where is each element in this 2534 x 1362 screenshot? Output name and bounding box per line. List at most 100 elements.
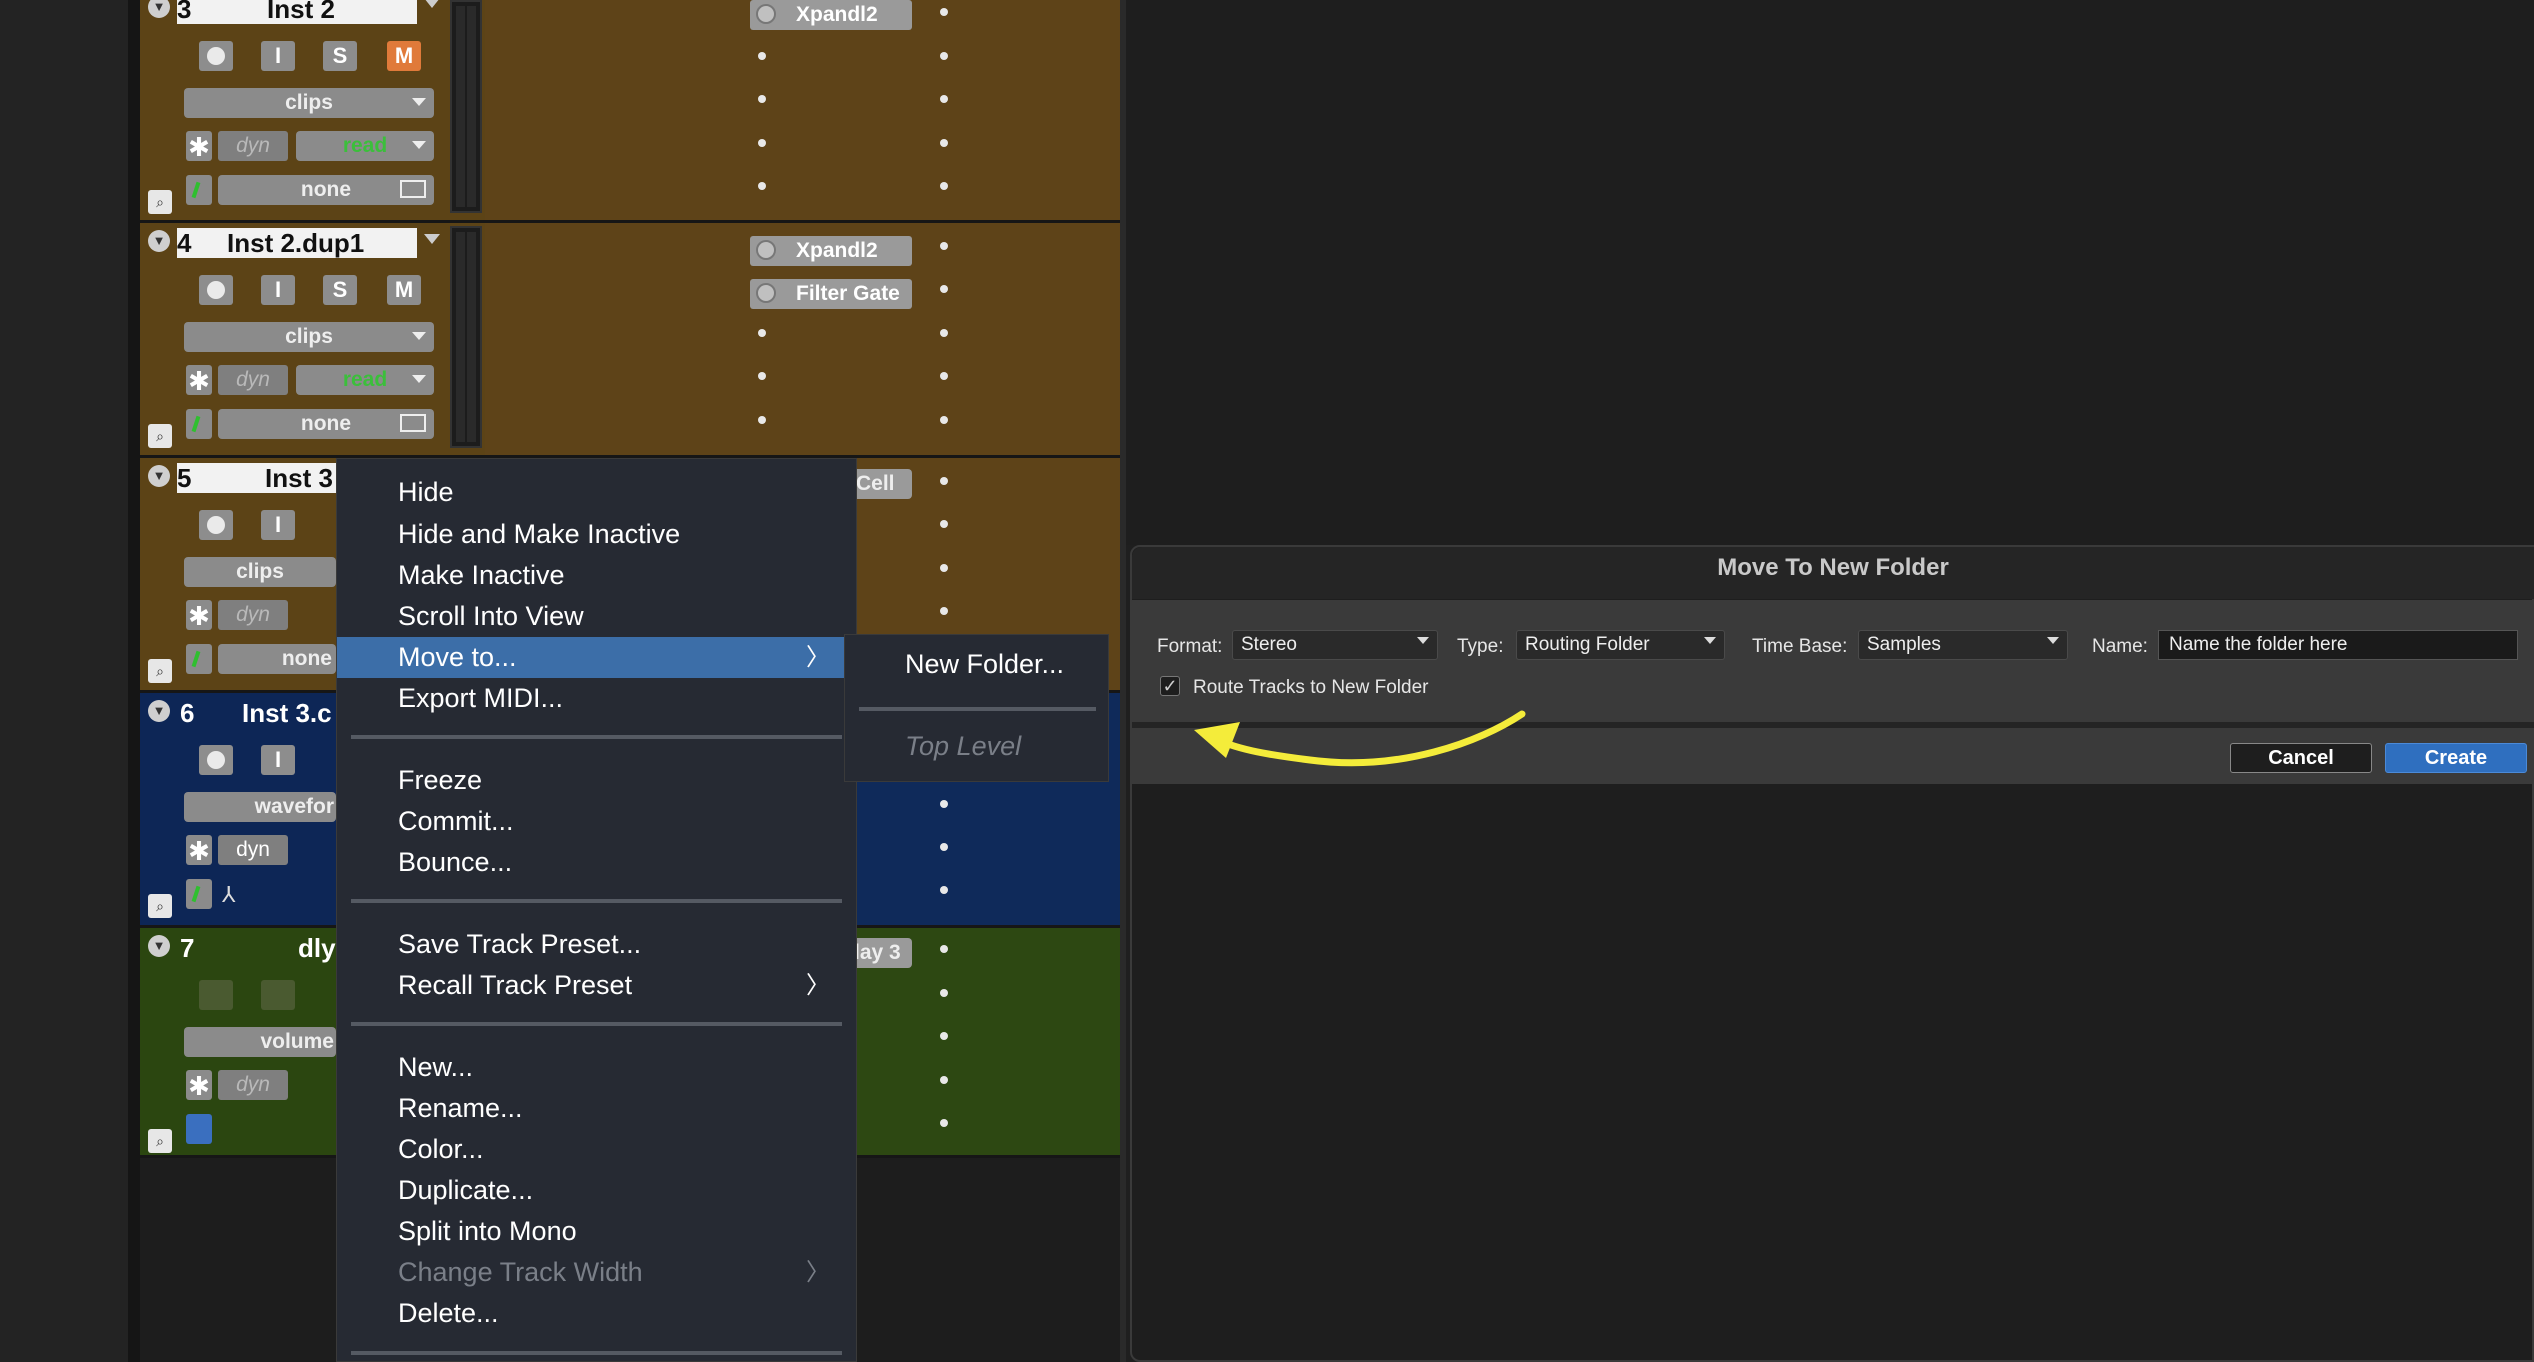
record-button[interactable] — [199, 510, 233, 540]
send-slot-dot[interactable] — [940, 139, 948, 147]
chevron-down-icon[interactable]: ▼ — [148, 465, 170, 487]
insert-plugin[interactable]: Xpandl2 — [750, 236, 912, 266]
menu-item-split-into-mono[interactable]: Split into Mono — [337, 1211, 856, 1252]
insert-slot-dot[interactable] — [758, 182, 766, 190]
menu-item-hide[interactable]: Hide — [337, 472, 856, 513]
create-button[interactable]: Create — [2385, 743, 2527, 773]
elastic-icon[interactable]: ✱ — [186, 1070, 212, 1101]
automation-mode[interactable]: read — [296, 131, 434, 161]
send-slot-dot[interactable] — [940, 95, 948, 103]
elastic-icon[interactable]: ✱ — [186, 131, 212, 162]
insert-plugin[interactable]: Filter Gate — [750, 279, 912, 309]
menu-item-export-midi[interactable]: Export MIDI... — [337, 678, 856, 719]
dyn-button[interactable]: dyn — [218, 600, 288, 630]
cancel-button[interactable]: Cancel — [2230, 743, 2372, 773]
track-name[interactable]: dly — [298, 933, 336, 964]
automation-mode[interactable]: read — [296, 365, 434, 395]
dyn-button[interactable]: dyn — [218, 131, 288, 161]
track-name[interactable]: Inst 3.c — [242, 698, 332, 729]
track-name-field[interactable]: 4 Inst 2.dup1 — [177, 228, 417, 258]
view-selector[interactable]: clips — [184, 557, 336, 587]
track-name-field[interactable]: 5 Inst 3 — [177, 463, 337, 493]
send-slot-dot[interactable] — [940, 182, 948, 190]
pencil-icon[interactable] — [186, 644, 212, 674]
menu-item-color[interactable]: Color... — [337, 1129, 856, 1170]
send-slot-dot[interactable] — [940, 607, 948, 615]
input-monitor-button[interactable]: I — [261, 41, 295, 71]
menu-item-bounce[interactable]: Bounce... — [337, 842, 856, 883]
send-slot-dot[interactable] — [940, 945, 948, 953]
chevron-down-icon[interactable]: ▼ — [148, 230, 170, 252]
chevron-down-icon[interactable]: ▼ — [148, 935, 170, 957]
send-slot-dot[interactable] — [940, 1119, 948, 1127]
clock-icon[interactable] — [186, 1114, 212, 1144]
menu-item-make-inactive[interactable]: Make Inactive — [337, 555, 856, 596]
group-selector[interactable]: none — [218, 409, 434, 439]
elastic-icon[interactable]: ✱ — [186, 600, 212, 631]
menu-item-scroll-into-view[interactable]: Scroll Into View — [337, 596, 856, 637]
send-slot-dot[interactable] — [940, 843, 948, 851]
insert-plugin[interactable]: lay 3 — [852, 938, 912, 968]
send-slot-dot[interactable] — [940, 285, 948, 293]
send-slot-dot[interactable] — [940, 372, 948, 380]
pencil-icon[interactable] — [186, 175, 212, 205]
send-slot-dot[interactable] — [940, 477, 948, 485]
insert-slot-dot[interactable] — [758, 329, 766, 337]
timebase-select[interactable]: Samples — [1858, 630, 2068, 660]
view-selector[interactable]: clips — [184, 322, 434, 352]
mute-button[interactable]: M — [387, 275, 421, 305]
send-slot-dot[interactable] — [940, 886, 948, 894]
input-monitor-button[interactable]: I — [261, 510, 295, 540]
send-slot-dot[interactable] — [940, 989, 948, 997]
pencil-icon[interactable] — [186, 879, 212, 909]
insert-slot-dot[interactable] — [758, 416, 766, 424]
menu-item-rename[interactable]: Rename... — [337, 1088, 856, 1129]
record-button[interactable] — [199, 745, 233, 775]
track-name-field[interactable]: 3 Inst 2 — [177, 0, 417, 24]
track-menu-arrow-icon[interactable] — [424, 234, 440, 244]
menu-item-move-to[interactable]: Move to... 〉 — [337, 637, 856, 678]
solo-button[interactable]: S — [323, 275, 357, 305]
menu-item-freeze[interactable]: Freeze — [337, 760, 856, 801]
send-slot-dot[interactable] — [940, 520, 948, 528]
group-selector[interactable]: none — [218, 644, 336, 674]
send-slot-dot[interactable] — [940, 52, 948, 60]
dyn-button[interactable]: dyn — [218, 835, 288, 865]
record-button[interactable] — [199, 275, 233, 305]
menu-item-hide-make-inactive[interactable]: Hide and Make Inactive — [337, 514, 856, 555]
insert-slot-dot[interactable] — [758, 139, 766, 147]
menu-item-new[interactable]: New... — [337, 1047, 856, 1088]
send-slot-dot[interactable] — [940, 564, 948, 572]
elastic-icon[interactable]: ✱ — [186, 835, 212, 866]
solo-button[interactable]: S — [323, 41, 357, 71]
menu-item-commit[interactable]: Commit... — [337, 801, 856, 842]
send-slot-dot[interactable] — [940, 329, 948, 337]
view-selector[interactable]: wavefor — [184, 792, 336, 822]
dyn-button[interactable]: dyn — [218, 1070, 288, 1100]
insert-slot-dot[interactable] — [758, 52, 766, 60]
pencil-icon[interactable] — [186, 409, 212, 439]
menu-item-delete[interactable]: Delete... — [337, 1293, 856, 1334]
input-monitor-button[interactable]: I — [261, 745, 295, 775]
send-slot-dot[interactable] — [940, 1076, 948, 1084]
insert-slot-dot[interactable] — [758, 95, 766, 103]
dyn-button[interactable]: dyn — [218, 365, 288, 395]
track-menu-arrow-icon[interactable] — [424, 0, 440, 8]
send-slot-dot[interactable] — [940, 8, 948, 16]
insert-plugin[interactable]: Xpandl2 — [750, 0, 912, 30]
record-button[interactable] — [199, 41, 233, 71]
view-selector[interactable]: clips — [184, 88, 434, 118]
insert-plugin[interactable]: Cell — [852, 469, 912, 499]
submenu-item-new-folder[interactable]: New Folder... — [905, 649, 1064, 680]
input-monitor-button[interactable]: I — [261, 275, 295, 305]
menu-item-save-track-preset[interactable]: Save Track Preset... — [337, 924, 856, 965]
folder-name-input[interactable]: Name the folder here — [2158, 630, 2518, 660]
menu-item-recall-track-preset[interactable]: Recall Track Preset 〉 — [337, 965, 856, 1006]
send-slot-dot[interactable] — [940, 800, 948, 808]
type-select[interactable]: Routing Folder — [1516, 630, 1725, 660]
send-slot-dot[interactable] — [940, 416, 948, 424]
route-tracks-checkbox[interactable]: ✓ — [1160, 676, 1180, 696]
insert-slot-dot[interactable] — [758, 372, 766, 380]
mute-button[interactable]: M — [387, 41, 421, 71]
group-selector[interactable]: none — [218, 175, 434, 205]
